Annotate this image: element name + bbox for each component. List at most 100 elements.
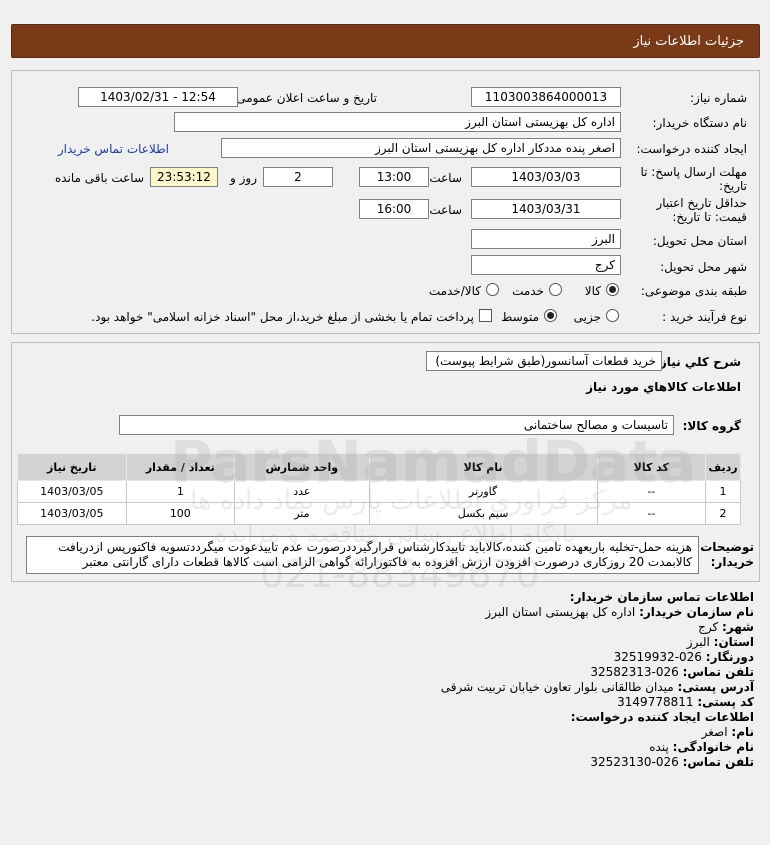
contact-province: استان: البرز: [687, 635, 754, 649]
city-field[interactable]: کرج: [471, 255, 621, 275]
creator-name-label: نام:: [731, 725, 754, 739]
cell-row: 2: [705, 502, 741, 525]
cell-row: 1: [705, 480, 741, 503]
cell-code: --: [596, 480, 707, 503]
cell-unit: عدد: [234, 480, 370, 503]
city-label: شهر محل تحویل:: [660, 260, 747, 274]
notes-line-2: کالابمدت 20 روزکاری درصورت افزودن ارزش ا…: [82, 555, 692, 569]
buyer-contact-link[interactable]: اطلاعات تماس خریدار: [58, 142, 169, 156]
org-label: نام سازمان خریدار:: [639, 605, 754, 619]
notes-field[interactable]: هزینه حمل-تخلیه باربعهده تامین کننده،کال…: [26, 536, 699, 574]
process-option-medium: متوسط: [501, 310, 539, 324]
category-option-service: خدمت: [512, 284, 544, 298]
creator-phone: تلفن تماس: 026-32523130: [590, 755, 754, 769]
col-code: کد کالا: [596, 453, 707, 481]
cell-date: 1403/03/05: [17, 480, 127, 503]
items-table: ردیف کد کالا نام کالا واحد شمارش تعداد /…: [17, 453, 741, 525]
remaining-time-field: 23:53:12: [150, 167, 218, 187]
group-label: گروه کالا:: [682, 419, 741, 433]
page-title: جزئیات اطلاعات نیاز: [633, 34, 744, 49]
items-heading: اطلاعات كالاهاي مورد نياز: [586, 380, 741, 394]
description-label: شرح کلي نياز:: [655, 355, 741, 369]
description-field[interactable]: خرید قطعات آسانسور(طبق شرایط پیوست): [426, 351, 662, 371]
creator-name: نام: اصغر: [702, 725, 754, 739]
payment-note: پرداخت تمام یا بخشی از مبلغ خرید،از محل …: [91, 310, 474, 324]
cell-name: گاورنر: [368, 480, 598, 503]
deadline-date-field[interactable]: 1403/03/03: [471, 167, 621, 187]
deadline-label: مهلت ارسال پاسخ: تا تاریخ:: [640, 165, 747, 193]
treasury-checkbox[interactable]: [479, 309, 492, 322]
need-info-panel: شماره نیاز: 1103003864000013 تاریخ و ساع…: [11, 70, 760, 334]
col-row: ردیف: [705, 453, 741, 481]
contact-heading: اطلاعات تماس سازمان خریدار:: [570, 590, 754, 604]
need-number-field[interactable]: 1103003864000013: [471, 87, 621, 107]
group-field[interactable]: تاسیسات و مصالح ساختمانی: [119, 415, 674, 435]
category-radio-service[interactable]: [549, 283, 562, 296]
creator-heading: اطلاعات ایجاد کننده درخواست:: [571, 710, 754, 724]
table-row[interactable]: 1 -- گاورنر عدد 1 1403/03/05: [17, 480, 741, 503]
validity-label: حداقل تاریخ اعتبار قیمت: تا تاریخ:: [656, 196, 747, 224]
creator-name-value: اصغر: [701, 725, 728, 739]
cell-qty: 100: [125, 502, 236, 525]
address-value: میدان طالقانی بلوار تعاون خیابان تربیت ش…: [440, 680, 674, 694]
validity-date-field[interactable]: 1403/03/31: [471, 199, 621, 219]
province-field[interactable]: البرز: [471, 229, 621, 249]
contact-province-label: استان:: [713, 635, 754, 649]
cell-unit: متر: [234, 502, 370, 525]
contact-city-label: شهر:: [722, 620, 754, 634]
phone-label: تلفن تماس:: [682, 665, 754, 679]
announce-label: تاریخ و ساعت اعلان عمومی:: [232, 91, 377, 105]
creator-family-label: نام خانوادگی:: [672, 740, 754, 754]
buyer-field[interactable]: اداره کل بهزیستی استان البرز: [174, 112, 621, 132]
contact-fax: دورنگار: 026-32519932: [614, 650, 754, 664]
deadline-time-field[interactable]: 13:00: [359, 167, 429, 187]
col-qty: تعداد / مقدار: [125, 453, 236, 481]
remaining-label: ساعت باقی مانده: [54, 171, 144, 185]
need-number-label: شماره نیاز:: [690, 91, 747, 105]
validity-time-label: ساعت: [429, 203, 462, 217]
process-option-minor: جزیی: [573, 310, 601, 324]
process-radio-minor[interactable]: [606, 309, 619, 322]
contact-province-value: البرز: [686, 635, 710, 649]
days-label: روز و: [230, 171, 257, 185]
creator-family-value: پنده: [649, 740, 669, 754]
process-radio-medium[interactable]: [544, 309, 557, 322]
page-header: جزئیات اطلاعات نیاز: [11, 24, 760, 58]
notes-label: توضیحات خریدار:: [700, 540, 754, 569]
postal-value: 3149778811: [617, 695, 694, 709]
table-row[interactable]: 2 -- سیم بکسل متر 100 1403/03/05: [17, 502, 741, 525]
creator-phone-label: تلفن تماس:: [682, 755, 754, 769]
announce-field[interactable]: 1403/02/31 - 12:54: [78, 87, 238, 107]
table-header-row: ردیف کد کالا نام کالا واحد شمارش تعداد /…: [17, 453, 741, 481]
category-option-goods: کالا: [584, 284, 601, 298]
org-value: اداره کل بهزیستی استان البرز: [485, 605, 636, 619]
contact-org: نام سازمان خریدار: اداره کل بهزیستی استا…: [485, 605, 754, 619]
validity-time-field[interactable]: 16:00: [359, 199, 429, 219]
category-label: طبقه بندی موضوعی:: [640, 284, 747, 298]
days-field[interactable]: 2: [263, 167, 333, 187]
creator-family: نام خانوادگی: پنده: [649, 740, 754, 754]
cell-qty: 1: [125, 480, 236, 503]
fax-label: دورنگار:: [705, 650, 754, 664]
creator-field[interactable]: اصغر پنده مددکار اداره کل بهزیستی استان …: [221, 138, 621, 158]
deadline-time-label: ساعت: [429, 171, 462, 185]
contact-city-value: کرج: [698, 620, 719, 634]
creator-heading-text: اطلاعات ایجاد کننده درخواست:: [570, 710, 754, 724]
category-radio-goods-service[interactable]: [486, 283, 499, 296]
cell-code: --: [596, 502, 707, 525]
phone-value: 026-32582313: [590, 665, 679, 679]
category-option-goods-service: کالا/خدمت: [428, 284, 481, 298]
address-label: آدرس پستی:: [677, 680, 754, 694]
cell-name: سیم بکسل: [368, 502, 598, 525]
contact-address: آدرس پستی: میدان طالقانی بلوار تعاون خیا…: [441, 680, 754, 694]
creator-label: ایجاد کننده درخواست:: [636, 142, 747, 156]
col-date: تاریخ نیاز: [17, 453, 127, 481]
fax-value: 026-32519932: [613, 650, 702, 664]
contact-phone: تلفن تماس: 026-32582313: [590, 665, 754, 679]
province-label: استان محل تحویل:: [652, 234, 747, 248]
category-radio-goods[interactable]: [606, 283, 619, 296]
creator-phone-value: 026-32523130: [590, 755, 679, 769]
buyer-label: نام دستگاه خریدار:: [652, 116, 748, 130]
col-unit: واحد شمارش: [234, 453, 370, 481]
postal-label: کد پستی:: [697, 695, 754, 709]
